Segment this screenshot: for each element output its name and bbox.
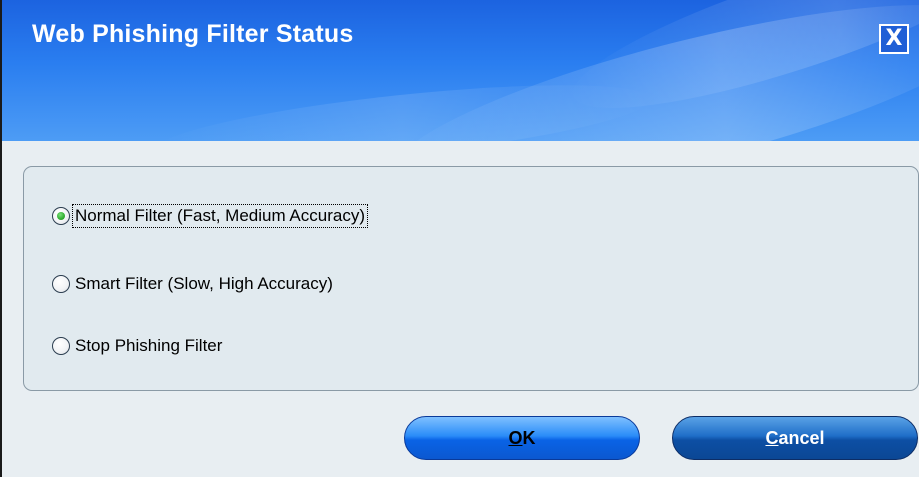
option-normal-filter[interactable]: Normal Filter (Fast, Medium Accuracy) [52, 203, 368, 229]
radio-smart-filter[interactable] [52, 275, 70, 293]
title-banner: Web Phishing Filter Status X [2, 0, 919, 141]
option-smart-filter[interactable]: Smart Filter (Slow, High Accuracy) [52, 271, 335, 297]
ok-label: K [522, 428, 536, 448]
close-button[interactable]: X [879, 24, 909, 54]
close-icon[interactable]: X [886, 26, 903, 51]
dialog-title: Web Phishing Filter Status [32, 20, 354, 48]
cancel-mnemonic: C [765, 428, 779, 448]
cancel-label: ancel [778, 428, 825, 448]
option-label[interactable]: Smart Filter (Slow, High Accuracy) [73, 273, 335, 295]
ok-button[interactable]: OK [404, 416, 640, 460]
option-label[interactable]: Normal Filter (Fast, Medium Accuracy) [72, 204, 368, 228]
option-label[interactable]: Stop Phishing Filter [73, 335, 224, 357]
radio-normal-filter[interactable] [52, 207, 70, 225]
ok-mnemonic: O [508, 428, 523, 448]
option-stop-filter[interactable]: Stop Phishing Filter [52, 333, 224, 359]
filter-options-panel: Normal Filter (Fast, Medium Accuracy) Sm… [23, 166, 919, 391]
phishing-filter-dialog: Web Phishing Filter Status X Normal Filt… [0, 0, 919, 477]
radio-stop-filter[interactable] [52, 337, 70, 355]
cancel-button[interactable]: Cancel [672, 416, 918, 460]
